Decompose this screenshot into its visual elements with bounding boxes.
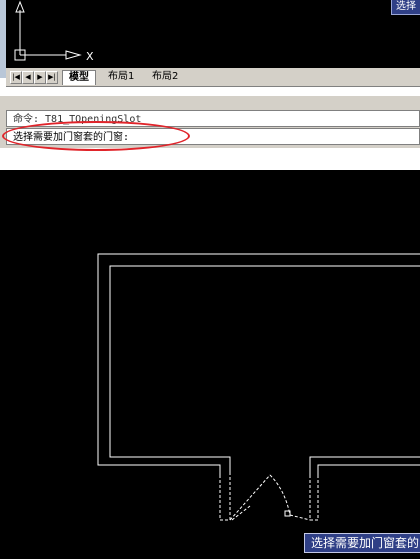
highlight-oval bbox=[2, 121, 190, 151]
top-drawing-viewport[interactable]: X 选择 bbox=[6, 0, 420, 68]
first-tab-button[interactable]: |◀ bbox=[10, 71, 22, 84]
x-axis-label: X bbox=[86, 50, 94, 63]
top-tooltip: 选择 bbox=[391, 0, 420, 15]
tab-layout1[interactable]: 布局1 bbox=[102, 70, 140, 84]
tab-layout2[interactable]: 布局2 bbox=[146, 70, 184, 84]
last-tab-button[interactable]: ▶| bbox=[46, 71, 58, 84]
ucs-axis-icon: X bbox=[14, 0, 94, 63]
next-tab-button[interactable]: ▶ bbox=[34, 71, 46, 84]
floor-plan-drawing bbox=[97, 253, 420, 521]
layout-tab-bar: |◀ ◀ ▶ ▶| 模型 布局1 布局2 bbox=[6, 68, 420, 87]
bottom-tooltip: 选择需要加门窗套的门窗 bbox=[304, 533, 420, 553]
bottom-drawing-viewport[interactable]: 选择需要加门窗套的门窗 bbox=[0, 170, 420, 559]
prev-tab-button[interactable]: ◀ bbox=[22, 71, 34, 84]
tab-model[interactable]: 模型 bbox=[62, 70, 96, 85]
